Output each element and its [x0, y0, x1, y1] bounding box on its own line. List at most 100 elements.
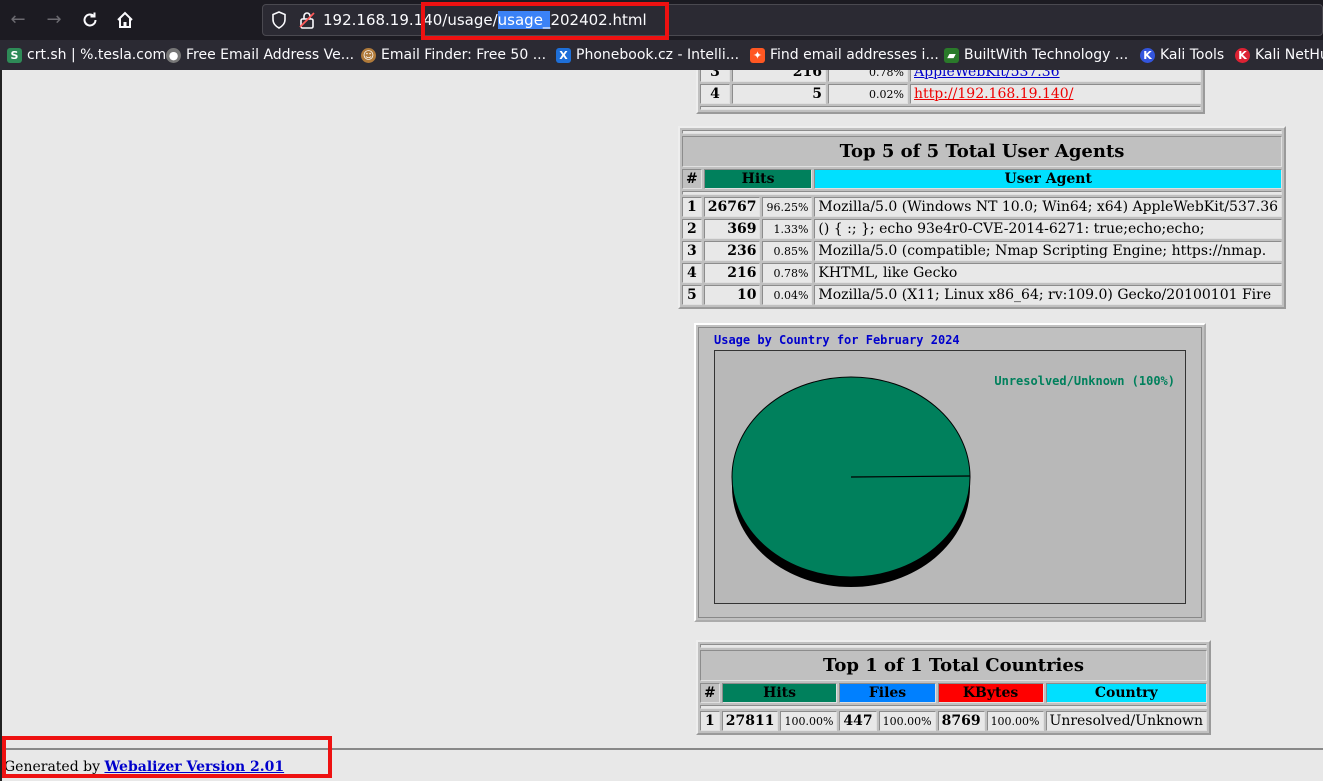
bookmark-phonebook[interactable]: X Phonebook.cz - Intelli...	[556, 45, 739, 65]
row-index: 3	[682, 241, 702, 261]
bookmark-find-email[interactable]: ✦ Find email addresses i...	[750, 45, 939, 65]
url-link[interactable]: AppleWebKit/537.36	[914, 70, 1060, 80]
footer-prefix: Generated by	[4, 759, 101, 775]
bookmark-label: Kali NetHu	[1255, 47, 1323, 63]
col-header-index: #	[682, 169, 702, 189]
row-kbytes-pct: 100.00%	[986, 711, 1044, 731]
url-path-prefix: /usage/	[442, 11, 498, 29]
row-hits-pct: 100.00%	[780, 711, 838, 731]
col-header-hits: Hits	[721, 683, 838, 703]
row-hits-pct: 0.85%	[762, 241, 813, 261]
row-hits: 216	[703, 263, 761, 283]
country-usage-chart: Usage by Country for February 2024 Unres…	[694, 323, 1206, 622]
bookmark-crtsh[interactable]: S crt.sh | %.tesla.com	[7, 45, 166, 65]
bookmark-kali-tools[interactable]: K Kali Tools	[1140, 45, 1224, 65]
row-hits: 369	[703, 219, 761, 239]
spacer-row	[682, 130, 1283, 134]
footer: Generated by Webalizer Version 2.01	[4, 759, 284, 775]
bookmark-kali-nethunter[interactable]: K Kali NetHu	[1235, 45, 1323, 65]
table-row: 3 236 0.85% Mozilla/5.0 (compatible; Nma…	[682, 241, 1283, 261]
countries-table: Top 1 of 1 Total Countries # Hits Files …	[696, 640, 1212, 735]
spacer-row	[700, 644, 1208, 648]
col-header-index: #	[700, 683, 720, 703]
url-link[interactable]: http://192.168.19.140/	[914, 86, 1073, 102]
url-host: 192.168.19.140	[323, 11, 443, 29]
spacer-row	[682, 191, 1283, 195]
table-row: 1 26767 96.25% Mozilla/5.0 (Windows NT 1…	[682, 197, 1283, 217]
kali-nethunter-icon: K	[1235, 47, 1250, 63]
elephant-icon: ●	[166, 47, 181, 63]
row-index: 4	[682, 263, 702, 283]
row-url[interactable]: http://192.168.19.140/	[910, 84, 1201, 104]
url-selected-text: usage_	[497, 11, 551, 29]
table-caption: Top 5 of 5 Total User Agents	[682, 136, 1283, 167]
row-index: 4	[700, 84, 730, 104]
chart-plot-area: Unresolved/Unknown (100%)	[714, 350, 1186, 604]
reload-icon[interactable]	[78, 8, 102, 32]
table-caption: Top 1 of 1 Total Countries	[700, 650, 1208, 681]
caption-row: Top 1 of 1 Total Countries	[700, 650, 1208, 681]
caption-row: Top 5 of 5 Total User Agents	[682, 136, 1283, 167]
browser-toolbar: ← → 192.168.19.140/usage/usage_202402.ht…	[0, 0, 1323, 40]
row-hits: 216	[732, 70, 826, 82]
row-index: 2	[682, 219, 702, 239]
back-arrow-icon[interactable]: ←	[6, 8, 30, 32]
row-country: Unresolved/Unknown	[1045, 711, 1208, 731]
col-header-country: Country	[1045, 683, 1208, 703]
bookmark-label: Find email addresses i...	[770, 47, 939, 63]
top-urls-table: 3 216 0.78% AppleWebKit/537.36 4 5 0.02%…	[696, 70, 1205, 114]
row-url[interactable]: AppleWebKit/537.36	[910, 70, 1201, 82]
row-hits: 26767	[703, 197, 761, 217]
bookmark-label: crt.sh | %.tesla.com	[27, 47, 167, 63]
page-content: 3 216 0.78% AppleWebKit/537.36 4 5 0.02%…	[0, 70, 1323, 781]
bookmark-label: Free Email Address Ve...	[186, 47, 355, 63]
table-row: 3 216 0.78% AppleWebKit/537.36	[700, 70, 1201, 82]
bookmark-email-finder[interactable]: ☺ Email Finder: Free 50 ...	[361, 45, 546, 65]
spacer-cell	[700, 106, 1201, 110]
row-index: 1	[682, 197, 702, 217]
row-hits: 5	[732, 84, 826, 104]
url-text[interactable]: 192.168.19.140/usage/usage_202402.html	[323, 11, 647, 29]
url-path-rest: 202402.html	[550, 11, 647, 29]
hunter-icon: ✦	[750, 47, 765, 63]
row-hits-pct: 0.02%	[828, 84, 908, 104]
col-header-files: Files	[839, 683, 936, 703]
row-user-agent: Mozilla/5.0 (X11; Linux x86_64; rv:109.0…	[814, 285, 1283, 305]
spacer-cell	[682, 191, 1283, 195]
col-header-hits: Hits	[703, 169, 813, 189]
table-row: 4 5 0.02% http://192.168.19.140/	[700, 84, 1201, 104]
row-user-agent: Mozilla/5.0 (Windows NT 10.0; Win64; x64…	[814, 197, 1283, 217]
insecure-lock-icon[interactable]	[299, 11, 315, 33]
row-hits-pct: 0.04%	[762, 285, 813, 305]
table-row: 1 27811 100.00% 447 100.00% 8769 100.00%…	[700, 711, 1208, 731]
bookmark-builtwith[interactable]: ▰ BuiltWith Technology ...	[944, 45, 1128, 65]
header-row: # Hits User Agent	[682, 169, 1283, 189]
shield-icon[interactable]	[271, 11, 287, 33]
bookmarks-bar: S crt.sh | %.tesla.com ● Free Email Addr…	[0, 40, 1323, 70]
row-hits-pct: 0.78%	[762, 263, 813, 283]
kali-icon: K	[1140, 47, 1155, 63]
pie-svg	[731, 376, 971, 587]
col-header-user-agent: User Agent	[814, 169, 1283, 189]
bookmark-label: Kali Tools	[1160, 47, 1225, 63]
row-hits: 10	[703, 285, 761, 305]
spacer-row	[700, 106, 1201, 110]
row-index: 3	[700, 70, 730, 82]
address-bar[interactable]: 192.168.19.140/usage/usage_202402.html	[262, 4, 1323, 36]
table-row: 4 216 0.78% KHTML, like Gecko	[682, 263, 1283, 283]
forward-arrow-icon[interactable]: →	[42, 8, 66, 32]
row-kbytes: 8769	[937, 711, 985, 731]
row-user-agent: () { :; }; echo 93e4r0-CVE-2014-6271: tr…	[814, 219, 1283, 239]
row-hits-pct: 0.78%	[828, 70, 908, 82]
table-row: 5 10 0.04% Mozilla/5.0 (X11; Linux x86_6…	[682, 285, 1283, 305]
col-header-kbytes: KBytes	[937, 683, 1044, 703]
row-index: 5	[682, 285, 702, 305]
webalizer-link[interactable]: Webalizer Version 2.01	[104, 759, 284, 775]
spacer-row	[700, 705, 1208, 709]
user-agents-table: Top 5 of 5 Total User Agents # Hits User…	[678, 126, 1287, 309]
row-hits: 27811	[721, 711, 779, 731]
header-row: # Hits Files KBytes Country	[700, 683, 1208, 703]
bookmark-label: BuiltWith Technology ...	[964, 47, 1129, 63]
home-icon[interactable]	[113, 8, 137, 32]
bookmark-email-verifier[interactable]: ● Free Email Address Ve...	[166, 45, 354, 65]
